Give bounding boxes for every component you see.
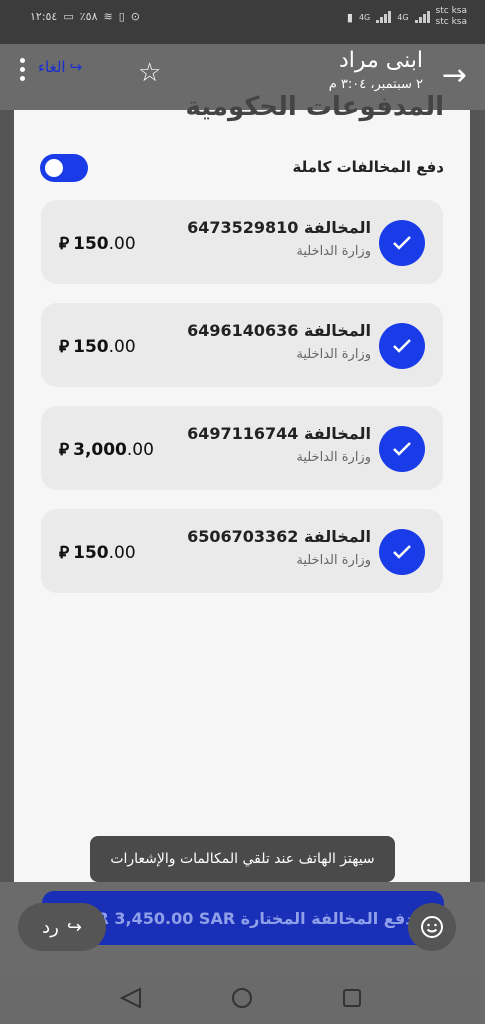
violation-card[interactable]: المخالفة 6496140636 وزارة الداخلية ⃁ 150.… [41, 303, 443, 387]
check-icon[interactable] [379, 426, 425, 472]
signal-1-icon [376, 11, 392, 23]
check-icon[interactable] [379, 529, 425, 575]
cancel-label: الغاء [38, 58, 66, 76]
pay-all-label: دفع المخالفات كاملة [292, 158, 444, 176]
status-time: ١٢:٥٤ [30, 10, 58, 23]
contact-name: ابنى مراد [338, 48, 423, 73]
violation-amount: ⃁ 150.00 [59, 234, 136, 254]
nav-recent-icon[interactable] [340, 986, 364, 1010]
battery-icon: ▮ [346, 10, 353, 24]
violation-amount: ⃁ 3,000.00 [59, 440, 154, 460]
forward-icon: ↪ [69, 58, 83, 76]
check-icon[interactable] [379, 323, 425, 369]
reply-label: رد [42, 916, 59, 938]
contact-info: ابنى مراد ٢ سبتمبر، ٣:٠٤ م [329, 48, 423, 92]
violation-title: المخالفة 6506703362 [187, 527, 371, 546]
back-arrow-icon[interactable]: → [442, 58, 467, 93]
violation-title: المخالفة 6497116744 [187, 424, 371, 443]
violation-title: المخالفة 6473529810 [187, 218, 371, 237]
toggle-knob [45, 159, 63, 177]
location-icon: ⊙ [130, 10, 140, 23]
screenshot-icon: ▭ [63, 10, 74, 23]
more-options-icon[interactable] [20, 58, 26, 81]
violation-issuer: وزارة الداخلية [296, 553, 371, 568]
signal-2-icon [414, 11, 430, 23]
message-timestamp: ٢ سبتمبر، ٣:٠٤ م [328, 77, 423, 92]
violation-card[interactable]: المخالفة 6497116744 وزارة الداخلية ⃁ 3,00… [41, 406, 443, 490]
check-icon[interactable] [379, 220, 425, 266]
riyal-icon: ⃁ [59, 543, 70, 563]
battery-percent: ٪٥٨ [79, 10, 98, 23]
violation-amount: ⃁ 150.00 [59, 337, 136, 357]
status-bar: ١٢:٥٤ ▭ ٪٥٨ ≋ ▯ ⊙ ▮ 4G 4G stc ksa stc ks… [0, 0, 485, 44]
system-nav-bar [0, 972, 485, 1024]
carrier-1: stc ksa [435, 6, 467, 16]
carrier-2: stc ksa [435, 17, 467, 27]
vibrate-toast: سيهتز الهاتف عند تلقي المكالمات والإشعار… [90, 836, 395, 882]
star-icon[interactable]: ☆ [138, 58, 161, 88]
violation-issuer: وزارة الداخلية [296, 244, 371, 259]
violation-amount: ⃁ 150.00 [59, 543, 136, 563]
reply-arrow-icon: ↪ [66, 916, 82, 938]
violation-card[interactable]: المخالفة 6506703362 وزارة الداخلية ⃁ 150.… [41, 509, 443, 593]
emoji-icon[interactable] [408, 903, 456, 951]
cancel-button[interactable]: الغاء ↪ [38, 58, 82, 76]
network-type-1: 4G [358, 12, 371, 22]
nav-home-icon[interactable] [230, 986, 254, 1010]
network-type-2: 4G [397, 12, 409, 22]
pay-all-row: دفع المخالفات كاملة [40, 154, 444, 184]
vibrate-icon: ▯ [118, 10, 125, 23]
riyal-icon: ⃁ [59, 337, 70, 357]
page-title: المدفوعات الحكومية [185, 92, 444, 122]
wifi-icon: ≋ [103, 10, 113, 23]
violation-issuer: وزارة الداخلية [296, 347, 371, 362]
violation-issuer: وزارة الداخلية [296, 450, 371, 465]
pay-all-toggle[interactable] [40, 154, 88, 182]
nav-back-icon[interactable] [118, 986, 144, 1010]
reply-button[interactable]: رد ↪ [18, 903, 106, 951]
riyal-icon: ⃁ [59, 234, 70, 254]
riyal-icon: ⃁ [59, 440, 70, 460]
violation-title: المخالفة 6496140636 [187, 321, 371, 340]
violation-card[interactable]: المخالفة 6473529810 وزارة الداخلية ⃁ 150.… [41, 200, 443, 284]
